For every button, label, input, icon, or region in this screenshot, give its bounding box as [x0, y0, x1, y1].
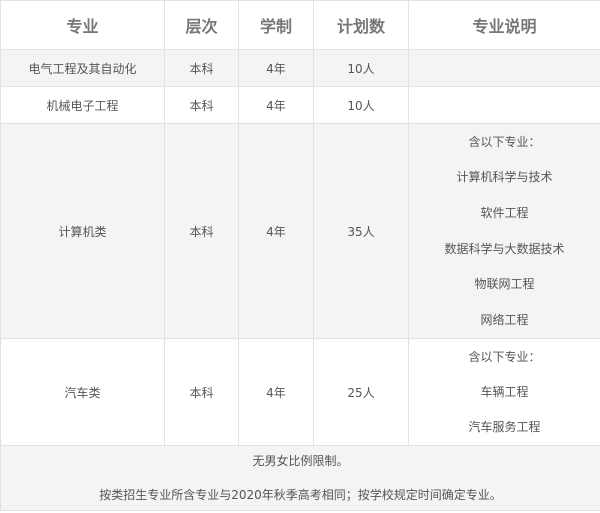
description-item: 含以下专业：	[468, 134, 541, 149]
description-item: 计算机科学与技术	[456, 170, 553, 185]
quota-cell: 10人	[313, 49, 409, 87]
major-cell: 机械电子工程	[0, 86, 165, 124]
quota-cell: 25人	[313, 338, 409, 446]
description-item: 车辆工程	[480, 384, 529, 399]
table-row: 汽车类 本科 4年 25人 含以下专业： 车辆工程 汽车服务工程	[0, 338, 600, 446]
description-item: 数据科学与大数据技术	[444, 241, 565, 256]
description-item: 含以下专业：	[468, 349, 541, 364]
description-list: 含以下专业： 计算机科学与技术 软件工程 数据科学与大数据技术 物联网工程 网络…	[409, 124, 600, 338]
major-cell: 计算机类	[0, 123, 165, 339]
level-cell: 本科	[164, 338, 239, 446]
description-item: 软件工程	[480, 206, 529, 221]
duration-cell: 4年	[238, 123, 314, 339]
description-cell	[408, 86, 600, 124]
table-row: 电气工程及其自动化 本科 4年 10人	[0, 49, 600, 87]
note-major-assignment: 按类招生专业所含专业与2020年秋季高考相同；按学校规定时间确定专业。	[99, 488, 502, 502]
header-description: 专业说明	[408, 0, 600, 50]
description-cell: 含以下专业： 计算机科学与技术 软件工程 数据科学与大数据技术 物联网工程 网络…	[408, 123, 600, 339]
header-duration: 学制	[238, 0, 314, 50]
table-row: 机械电子工程 本科 4年 10人	[0, 86, 600, 124]
header-row: 专业 层次 学制 计划数 专业说明	[0, 0, 600, 50]
enrollment-plan-table: 专业 层次 学制 计划数 专业说明 电气工程及其自动化 本科 4年 10人 机械…	[0, 0, 600, 511]
description-item: 汽车服务工程	[468, 420, 541, 435]
level-cell: 本科	[164, 123, 239, 339]
level-cell: 本科	[164, 49, 239, 87]
description-item: 物联网工程	[474, 277, 535, 292]
header-quota: 计划数	[313, 0, 409, 50]
level-cell: 本科	[164, 86, 239, 124]
description-list: 含以下专业： 车辆工程 汽车服务工程	[409, 339, 600, 445]
description-cell	[408, 49, 600, 87]
header-major: 专业	[0, 0, 165, 50]
quota-cell: 10人	[313, 86, 409, 124]
table-row: 计算机类 本科 4年 35人 含以下专业： 计算机科学与技术 软件工程 数据科学…	[0, 123, 600, 339]
notes-cell: 无男女比例限制。 按类招生专业所含专业与2020年秋季高考相同；按学校规定时间确…	[0, 445, 600, 511]
description-item: 网络工程	[480, 313, 529, 328]
description-cell: 含以下专业： 车辆工程 汽车服务工程	[408, 338, 600, 446]
major-cell: 汽车类	[0, 338, 165, 446]
major-cell: 电气工程及其自动化	[0, 49, 165, 87]
note-gender-ratio: 无男女比例限制。	[252, 454, 349, 468]
duration-cell: 4年	[238, 49, 314, 87]
duration-cell: 4年	[238, 338, 314, 446]
duration-cell: 4年	[238, 86, 314, 124]
header-level: 层次	[164, 0, 239, 50]
notes-row: 无男女比例限制。 按类招生专业所含专业与2020年秋季高考相同；按学校规定时间确…	[0, 445, 600, 511]
quota-cell: 35人	[313, 123, 409, 339]
